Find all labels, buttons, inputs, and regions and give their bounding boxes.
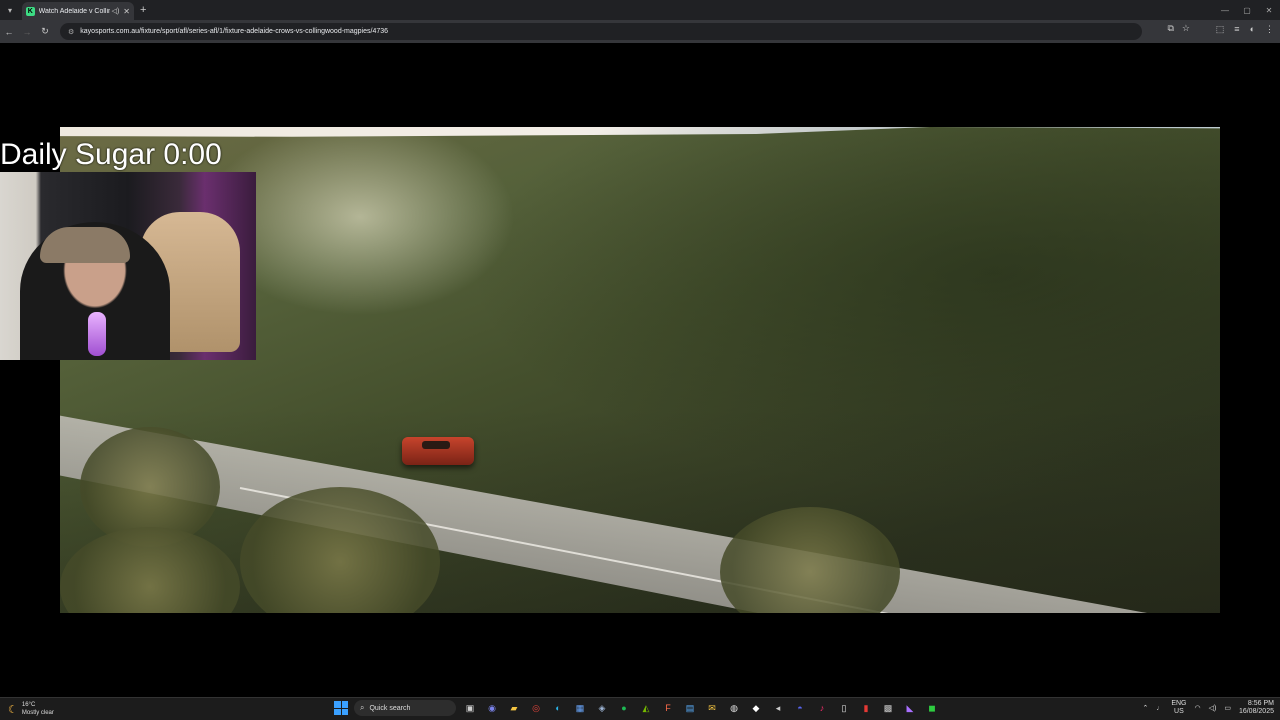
fl-studio-icon[interactable]: F — [660, 700, 676, 716]
browser-tab[interactable]: K Watch Adelaide v Collingwood ◁) ✕ — [22, 2, 134, 20]
url-text: kayosports.com.au/fixture/sport/afl/seri… — [80, 28, 389, 35]
address-bar[interactable]: ⚙ kayosports.com.au/fixture/sport/afl/se… — [60, 23, 1142, 40]
weather-widget[interactable]: ☾ 16°C Mostly clear — [8, 701, 54, 717]
install-app-icon[interactable]: ⧉ — [1167, 23, 1173, 34]
language-indicator[interactable]: ENG US — [1171, 700, 1186, 716]
tab-search-icon[interactable]: ▾ — [0, 0, 20, 20]
page-content: Daily Sugar 0:00 — [0, 43, 1280, 697]
moon-cloud-icon: ☾ — [8, 703, 18, 716]
reload-button[interactable]: ↻ — [36, 23, 54, 41]
edge-icon[interactable]: ◐ — [550, 700, 566, 716]
lang-bottom: US — [1174, 708, 1184, 715]
battery-icon[interactable]: ▭ — [1224, 704, 1231, 712]
red-app-icon[interactable]: ▮ — [858, 700, 874, 716]
tiktok-icon[interactable]: ♪ — [814, 700, 830, 716]
search-placeholder: Quick search — [369, 704, 411, 712]
system-tray: ⌃ ♩ ENG US ◠ ◁) ▭ 8:56 PM 16/08/2025 — [1142, 700, 1274, 716]
new-tab-button[interactable]: + — [140, 4, 146, 16]
video-car — [402, 437, 474, 465]
tab-title: Watch Adelaide v Collingwood — [38, 7, 110, 15]
copilot-icon[interactable]: ◉ — [484, 700, 500, 716]
close-tab-icon[interactable]: ✕ — [123, 7, 130, 16]
site-info-icon[interactable]: ⚙ — [68, 28, 74, 36]
weather-temp: 16°C — [21, 702, 36, 708]
epic-icon[interactable]: ◆ — [748, 700, 764, 716]
xbox-icon[interactable]: ◼ — [924, 700, 940, 716]
bookmark-star-icon[interactable]: ☆ — [1182, 23, 1190, 34]
media-controls-icon[interactable]: ≡ — [1234, 24, 1239, 35]
stream-overlay-title: Daily Sugar 0:00 — [0, 138, 222, 171]
discord-icon[interactable]: ◓ — [792, 700, 808, 716]
taskbar-apps: ⌕ Quick search ▣ ◉ ▰ ◎ ◐ ▦ ◈ ● ◭ F ▤ ✉ ◍ ◆ ◂ ◓ ♪ ▯ ▮ ▩ ◣ ◼ — [334, 700, 940, 716]
show-hidden-icons-icon[interactable]: ⌃ — [1142, 704, 1148, 712]
start-button[interactable] — [334, 701, 348, 715]
address-bar-actions: ⧉ ☆ — [1167, 23, 1190, 34]
notes-icon[interactable]: ▯ — [836, 700, 852, 716]
twitch-icon[interactable]: ◣ — [902, 700, 918, 716]
extensions-icon[interactable]: ⬚ — [1216, 24, 1225, 35]
toolbar-right: ⬚ ≡ ◐ ⋮ — [1216, 24, 1274, 35]
microphone — [88, 312, 106, 356]
windows-taskbar: ☾ 16°C Mostly clear ⌕ Quick search ▣ ◉ ▰ ◎ ◐… — [0, 697, 1280, 720]
video-hillside — [466, 127, 1220, 492]
mail-icon[interactable]: ✉ — [704, 700, 720, 716]
streamer-cap — [40, 227, 130, 263]
webcam-overlay — [0, 172, 256, 360]
mic-icon[interactable]: ♩ — [1156, 705, 1163, 712]
lang-top: ENG — [1171, 700, 1187, 707]
window-controls: — ▢ ✕ — [1214, 0, 1280, 20]
maximize-button[interactable]: ▢ — [1236, 0, 1258, 20]
chrome-icon[interactable]: ◎ — [528, 700, 544, 716]
nvidia-icon[interactable]: ◭ — [638, 700, 654, 716]
clock-date: 16/08/2025 — [1238, 708, 1274, 715]
close-window-button[interactable]: ✕ — [1258, 0, 1280, 20]
back-button[interactable]: ← — [0, 23, 18, 41]
store-icon[interactable]: ▦ — [572, 700, 588, 716]
file-explorer-icon[interactable]: ▣ — [462, 700, 478, 716]
search-box[interactable]: ⌕ Quick search — [354, 700, 456, 716]
clock[interactable]: 8:56 PM 16/08/2025 — [1239, 700, 1274, 716]
minimize-button[interactable]: — — [1214, 0, 1236, 20]
forward-button[interactable]: → — [18, 23, 36, 41]
clock-time: 8:56 PM — [1247, 700, 1274, 707]
menu-icon[interactable]: ⋮ — [1265, 24, 1274, 35]
folder-icon[interactable]: ▰ — [506, 700, 522, 716]
arrow-icon[interactable]: ◂ — [770, 700, 786, 716]
search-icon: ⌕ — [360, 703, 365, 712]
profile-icon[interactable]: ◐ — [1250, 24, 1255, 35]
tab-strip: ▾ K Watch Adelaide v Collingwood ◁) ✕ + … — [0, 0, 1280, 20]
navigation-bar: ← → ↻ ⚙ kayosports.com.au/fixture/sport/… — [0, 20, 1280, 43]
obs-icon[interactable]: ◍ — [726, 700, 742, 716]
calc-icon[interactable]: ▩ — [880, 700, 896, 716]
spotify-icon[interactable]: ● — [616, 700, 632, 716]
wifi-icon[interactable]: ◠ — [1195, 704, 1201, 712]
volume-icon[interactable]: ◁) — [1209, 704, 1217, 712]
weather-desc: Mostly clear — [21, 710, 54, 716]
speaker-icon[interactable]: ◁) — [112, 7, 120, 15]
video-bush — [720, 507, 900, 613]
file-icon[interactable]: ▤ — [682, 700, 698, 716]
steam-icon[interactable]: ◈ — [594, 700, 610, 716]
video-bush — [60, 527, 240, 613]
kayo-favicon-icon: K — [26, 6, 35, 16]
